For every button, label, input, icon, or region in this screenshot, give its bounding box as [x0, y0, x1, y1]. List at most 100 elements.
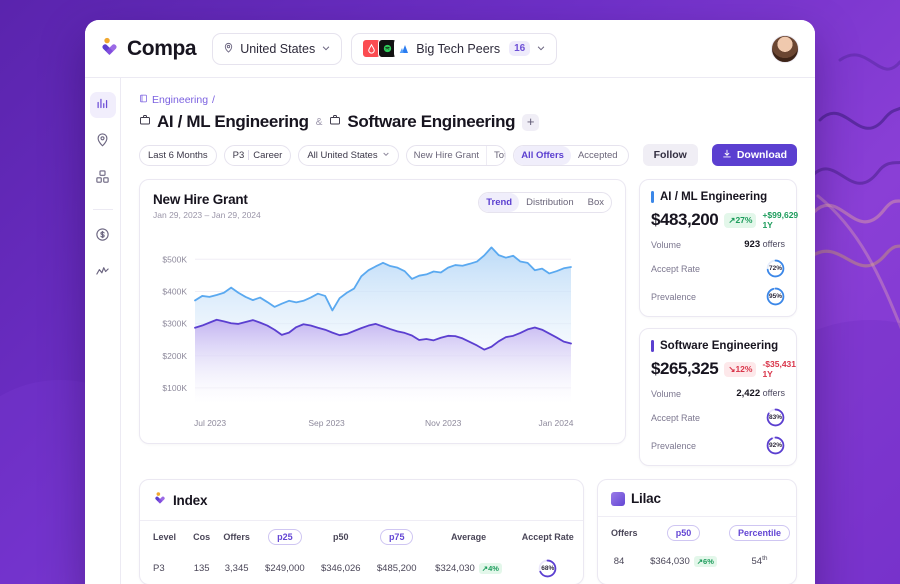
title-text-one: AI / ML Engineering — [157, 112, 309, 132]
accept-rate-value: 72% — [766, 259, 785, 278]
filter-value-type[interactable]: Total Value — [486, 146, 506, 165]
filter-region-label: All United States — [307, 150, 377, 161]
trend-chart-plot[interactable]: $100K$200K$300K$400K$500K Jul 2023Sep 20… — [153, 234, 612, 434]
compa-logo-icon — [99, 36, 120, 62]
chart-title-block: New Hire Grant Jan 29, 2023 – Jan 29, 20… — [153, 192, 261, 220]
table-row[interactable]: P3 135 3,345 $249,000 $346,026 $485,200 … — [140, 553, 583, 584]
svg-text:$500K: $500K — [162, 254, 187, 264]
col-offers[interactable]: Offers — [216, 521, 257, 554]
sidebar-item-org[interactable] — [90, 166, 116, 192]
atlassian-logo-icon — [394, 39, 413, 58]
chevron-down-icon — [321, 42, 331, 56]
col-p50[interactable]: p50 — [644, 517, 723, 550]
prevalence-gauge: 92% — [766, 436, 785, 455]
svg-text:Nov 2023: Nov 2023 — [425, 418, 462, 428]
col-cos[interactable]: Cos — [187, 521, 216, 554]
filter-period[interactable]: Last 6 Months — [139, 145, 217, 166]
delta-percent: 12% — [735, 364, 752, 374]
sidebar-item-locations[interactable] — [90, 129, 116, 155]
prevalence-label: Prevalence — [651, 292, 696, 302]
cell-percentile: 54th — [723, 549, 796, 573]
title-text-two: Software Engineering — [347, 112, 515, 132]
tab-trend[interactable]: Trend — [479, 193, 519, 212]
average-delta-badge: ↗4% — [479, 563, 502, 574]
peers-filter[interactable]: Big Tech Peers 16 — [351, 33, 557, 65]
cell-level: P3 — [140, 553, 187, 584]
stats-column: AI / ML Engineering $483,200 ↗27% +$99,6… — [639, 179, 797, 466]
percentile-suffix: th — [762, 555, 767, 562]
volume-number: 2,422 — [736, 388, 760, 399]
p50-value: $364,030 — [650, 556, 690, 567]
filter-region[interactable]: All United States — [298, 145, 398, 166]
col-level[interactable]: Level — [140, 521, 187, 554]
cell-p25: $249,000 — [257, 553, 313, 584]
volume-unit: offers — [763, 239, 785, 249]
status-badge-delta: ↗27% — [724, 213, 756, 228]
avatar[interactable] — [771, 35, 799, 63]
location-filter[interactable]: United States — [212, 33, 342, 65]
tab-box[interactable]: Box — [581, 193, 611, 212]
stat-card-ai-ml: AI / ML Engineering $483,200 ↗27% +$99,6… — [639, 179, 797, 317]
volume-value: 2,422 offers — [736, 388, 785, 399]
stat-value: $265,325 — [651, 359, 718, 379]
title-segment-two[interactable]: Software Engineering — [329, 112, 515, 132]
tab-all-offers[interactable]: All Offers — [514, 146, 571, 165]
follow-button[interactable]: Follow — [643, 144, 698, 166]
index-table-title: Index — [173, 493, 207, 508]
cell-offers: 84 — [598, 549, 644, 573]
breadcrumb[interactable]: Engineering / — [139, 94, 797, 106]
svg-text:Jan 2024: Jan 2024 — [538, 418, 573, 428]
col-p75[interactable]: p75 — [369, 521, 425, 554]
offer-status-tabs[interactable]: All Offers Accepted Rejected — [513, 145, 628, 166]
accept-rate-value: 83% — [766, 408, 785, 427]
sidebar-item-dashboard[interactable] — [90, 92, 116, 118]
compa-logo-icon — [153, 491, 167, 510]
col-p50[interactable]: p50 — [313, 521, 369, 554]
col-p25[interactable]: p25 — [257, 521, 313, 554]
filter-grant-type[interactable]: New Hire Grant — [407, 146, 486, 165]
stat-row-accept-rate: Accept Rate 83% — [651, 408, 785, 427]
tab-rejected[interactable]: Rejected — [625, 146, 629, 165]
col-p50-pill: p50 — [667, 525, 701, 541]
sidebar-item-trends[interactable] — [90, 261, 116, 287]
tables-row: Index Level Cos Offers p25 p50 p75 Ave — [139, 479, 797, 584]
cell-offers: 3,345 — [216, 553, 257, 584]
svg-text:Jul 2023: Jul 2023 — [194, 418, 226, 428]
prevalence-label: Prevalence — [651, 441, 696, 451]
table-header-row: Offers p50 Percentile — [598, 517, 796, 550]
brand[interactable]: Compa — [99, 36, 196, 62]
svg-text:$100K: $100K — [162, 383, 187, 393]
sidebar-item-compensation[interactable] — [90, 224, 116, 250]
prevalence-gauge: 95% — [766, 287, 785, 306]
stat-card-title: Software Engineering — [660, 340, 778, 352]
volume-label: Volume — [651, 240, 681, 250]
delta-absolute: -$35,431 1Y — [762, 359, 796, 379]
filter-level-track[interactable]: P3 Career — [224, 145, 292, 166]
lilac-table: Offers p50 Percentile 84 $364,030 — [598, 516, 796, 573]
tab-distribution[interactable]: Distribution — [519, 193, 581, 212]
col-average[interactable]: Average — [425, 521, 513, 554]
cell-p50: $364,030 ↗6% — [644, 549, 723, 573]
volume-value: 923 offers — [744, 239, 785, 250]
page-title: AI / ML Engineering & Software Engineeri… — [139, 112, 797, 132]
accent-bar — [651, 340, 654, 352]
peer-company-logos — [362, 39, 410, 58]
table-row[interactable]: 84 $364,030 ↗6% 54th — [598, 549, 796, 573]
chart-view-tabs[interactable]: Trend Distribution Box — [478, 192, 612, 213]
average-value: $324,030 — [435, 563, 475, 574]
col-offers[interactable]: Offers — [598, 517, 644, 550]
filter-grant-value-group[interactable]: New Hire Grant Total Value — [406, 145, 507, 166]
volume-number: 923 — [744, 239, 760, 250]
add-job-button[interactable]: + — [522, 114, 539, 131]
title-segment-one[interactable]: AI / ML Engineering — [139, 112, 309, 132]
svg-text:$300K: $300K — [162, 319, 187, 329]
index-table: Level Cos Offers p25 p50 p75 Average Acc… — [140, 520, 583, 584]
download-icon — [722, 149, 732, 162]
col-percentile[interactable]: Percentile — [723, 517, 796, 550]
download-button[interactable]: Download — [712, 144, 797, 166]
app-window: Compa United States — [85, 20, 815, 584]
percentile-value: 54 — [752, 556, 763, 567]
col-accept-rate[interactable]: Accept Rate — [512, 521, 583, 554]
tab-accepted[interactable]: Accepted — [571, 146, 625, 165]
briefcase-icon — [139, 113, 151, 131]
